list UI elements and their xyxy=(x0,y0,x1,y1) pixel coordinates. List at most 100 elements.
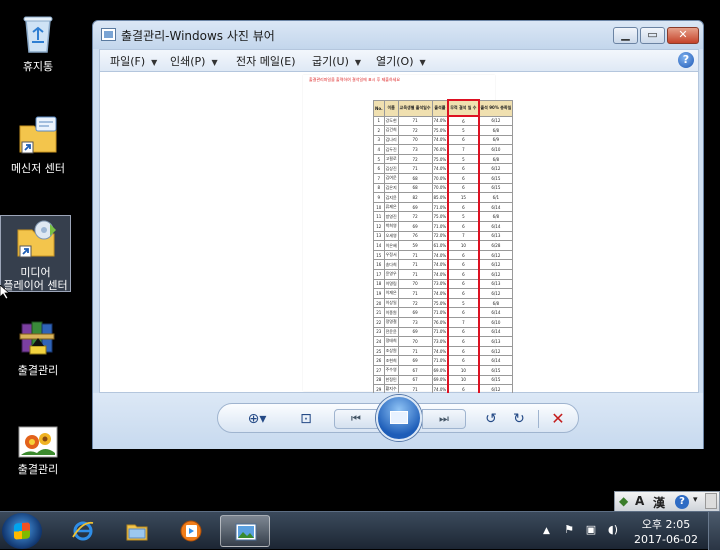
desktop-icon-label: 출결관리 xyxy=(17,364,59,377)
media-player-icon xyxy=(180,520,202,542)
table-cell: 6/10 xyxy=(477,316,514,328)
menu-email[interactable]: 전자 메일(E) xyxy=(236,53,296,69)
desktop-icon-media-player-center[interactable]: 미디어 플레이어 센터 xyxy=(0,215,71,292)
actual-size-button[interactable]: ⊡ xyxy=(296,410,316,428)
start-button[interactable] xyxy=(2,513,42,549)
ime-icon[interactable]: ◆ xyxy=(619,494,628,508)
table-cell: 17 xyxy=(373,269,385,280)
table-cell: 72 xyxy=(397,125,433,136)
rotate-left-button[interactable]: ↺ xyxy=(482,410,500,428)
table-cell: 5 xyxy=(447,297,480,309)
table-cell: 71.0% xyxy=(431,307,449,318)
table-cell: 14 xyxy=(373,240,385,251)
table-cell: 정명철 xyxy=(383,316,399,328)
menu-open[interactable]: 열기(O) ▼ xyxy=(376,53,426,69)
file-explorer-icon xyxy=(126,524,148,541)
network-icon[interactable]: ▣ xyxy=(584,523,598,537)
table-cell: 2 xyxy=(373,125,385,136)
table-cell: 72 xyxy=(397,153,433,165)
table-cell: 김건희 xyxy=(383,125,399,136)
table-row: 26 조현희 69 71.0% 6 6/14 xyxy=(373,355,514,366)
slideshow-button[interactable] xyxy=(376,395,422,441)
taskbar-photo-viewer[interactable] xyxy=(220,515,270,547)
help-icon[interactable]: ? xyxy=(678,52,694,68)
delete-button[interactable]: ✕ xyxy=(548,410,568,428)
input-mode-toggle[interactable]: A xyxy=(635,494,644,508)
table-cell: 박희영 xyxy=(383,221,399,232)
action-center-flag-icon[interactable]: ⚑ xyxy=(562,523,576,537)
table-cell: 김여운 xyxy=(383,173,399,184)
menu-burn[interactable]: 굽기(U) ▼ xyxy=(312,53,361,69)
table-cell: 22 xyxy=(373,316,385,328)
photo-viewer-window: 출결관리-Windows 사진 뷰어 ▁ ▭ ✕ 파일(F) ▼ 인쇄(P) ▼ 전… xyxy=(92,20,704,449)
table-cell: 82 xyxy=(397,192,433,203)
slideshow-icon xyxy=(390,411,408,424)
column-header: No. xyxy=(373,99,385,117)
close-button[interactable]: ✕ xyxy=(667,27,699,44)
desktop-icon-attendance-archive[interactable]: 출결관리 xyxy=(0,316,76,377)
table-cell: 6 xyxy=(447,336,480,347)
table-cell: 전윤윤 xyxy=(383,326,399,338)
recycle-bin-icon xyxy=(16,12,60,56)
taskbar-media-player[interactable] xyxy=(166,515,216,547)
table-cell: 74.0% xyxy=(431,288,449,299)
table-cell: 16 xyxy=(373,259,385,270)
taskbar-file-explorer[interactable] xyxy=(112,515,162,547)
desktop-icon-recycle-bin[interactable]: 휴지통 xyxy=(0,12,76,73)
language-bar: ◆ A 漢 ? ▾ xyxy=(614,491,720,512)
table-row: 5 고필로 72 75.0% 5 6/8 xyxy=(373,153,514,165)
table-cell: 10 xyxy=(373,201,385,213)
desktop-icon-messenger-center[interactable]: 메신저 센터 xyxy=(0,114,76,175)
maximize-button[interactable]: ▭ xyxy=(640,27,665,44)
desktop-icon-label: 휴지통 xyxy=(22,60,54,73)
previous-button[interactable]: ⏮ xyxy=(334,409,378,429)
menu-file[interactable]: 파일(F) ▼ xyxy=(110,53,157,69)
minimize-langbar-button[interactable] xyxy=(705,493,717,509)
taskbar-internet-explorer[interactable] xyxy=(58,515,108,547)
table-row: 25 조상원 71 74.0% 6 6/12 xyxy=(373,345,514,357)
table-row: 18 이명림 70 73.0% 6 6/13 xyxy=(373,278,514,290)
folder-shortcut-icon xyxy=(16,114,60,158)
chevron-down-icon[interactable]: ▾ xyxy=(693,495,698,505)
table-cell: 6/12 xyxy=(477,345,514,357)
table-cell: 70.0% xyxy=(431,182,449,194)
table-cell: 85.0% xyxy=(431,192,449,203)
table-row: 10 류제은 69 71.0% 6 6/14 xyxy=(373,201,514,213)
minimize-button[interactable]: ▁ xyxy=(613,27,638,44)
table-cell: 11 xyxy=(373,211,385,223)
title-bar[interactable]: 출결관리-Windows 사진 뷰어 ▁ ▭ ✕ xyxy=(93,21,703,49)
zoom-button[interactable]: ⊕▾ xyxy=(244,410,270,428)
divider xyxy=(538,410,539,428)
table-cell: 6/12 xyxy=(477,269,514,280)
table-cell: 71 xyxy=(397,115,433,127)
table-cell: 69 xyxy=(397,326,433,338)
table-row: 8 김은지 68 70.0% 6 6/15 xyxy=(373,182,514,194)
table-cell: 71 xyxy=(397,163,433,175)
show-desktop-button[interactable] xyxy=(708,512,720,550)
table-cell: 방영진 xyxy=(383,211,399,223)
column-header: 출석 90% 충족일 xyxy=(477,99,514,117)
table-cell: 김지윤 xyxy=(383,192,399,203)
menu-print[interactable]: 인쇄(P) ▼ xyxy=(170,53,218,69)
chevron-down-icon: ▼ xyxy=(419,58,426,67)
table-row: 24 정태희 70 73.0% 6 6/13 xyxy=(373,336,514,347)
next-button[interactable]: ⏭ xyxy=(422,409,466,429)
show-hidden-icons-button[interactable]: ▲ xyxy=(543,526,550,536)
image-view-area[interactable]: 출결관리파일을 출력하여 결석일에 표시 후 제출하세요 No. 이름 교육생별… xyxy=(99,71,699,396)
help-icon[interactable]: ? xyxy=(675,495,689,509)
table-cell: 71.0% xyxy=(431,326,449,338)
table-cell: 27 xyxy=(373,364,385,376)
volume-icon[interactable]: ◖) xyxy=(606,523,620,537)
table-cell: 68 xyxy=(397,173,433,184)
hanja-button[interactable]: 漢 xyxy=(653,494,665,511)
winrar-archive-icon xyxy=(16,316,60,360)
table-cell: 20 xyxy=(373,297,385,309)
table-cell: 69 xyxy=(397,307,433,318)
table-cell: 71 xyxy=(397,345,433,357)
table-cell: 71 xyxy=(397,259,433,270)
table-cell: 73.0% xyxy=(431,278,449,290)
rotate-right-button[interactable]: ↻ xyxy=(510,410,528,428)
desktop-icon-attendance-image[interactable]: 출결관리 xyxy=(0,425,76,476)
table-cell: 73 xyxy=(397,144,433,155)
system-clock[interactable]: 오후 2:05 2017-06-02 xyxy=(630,517,702,547)
